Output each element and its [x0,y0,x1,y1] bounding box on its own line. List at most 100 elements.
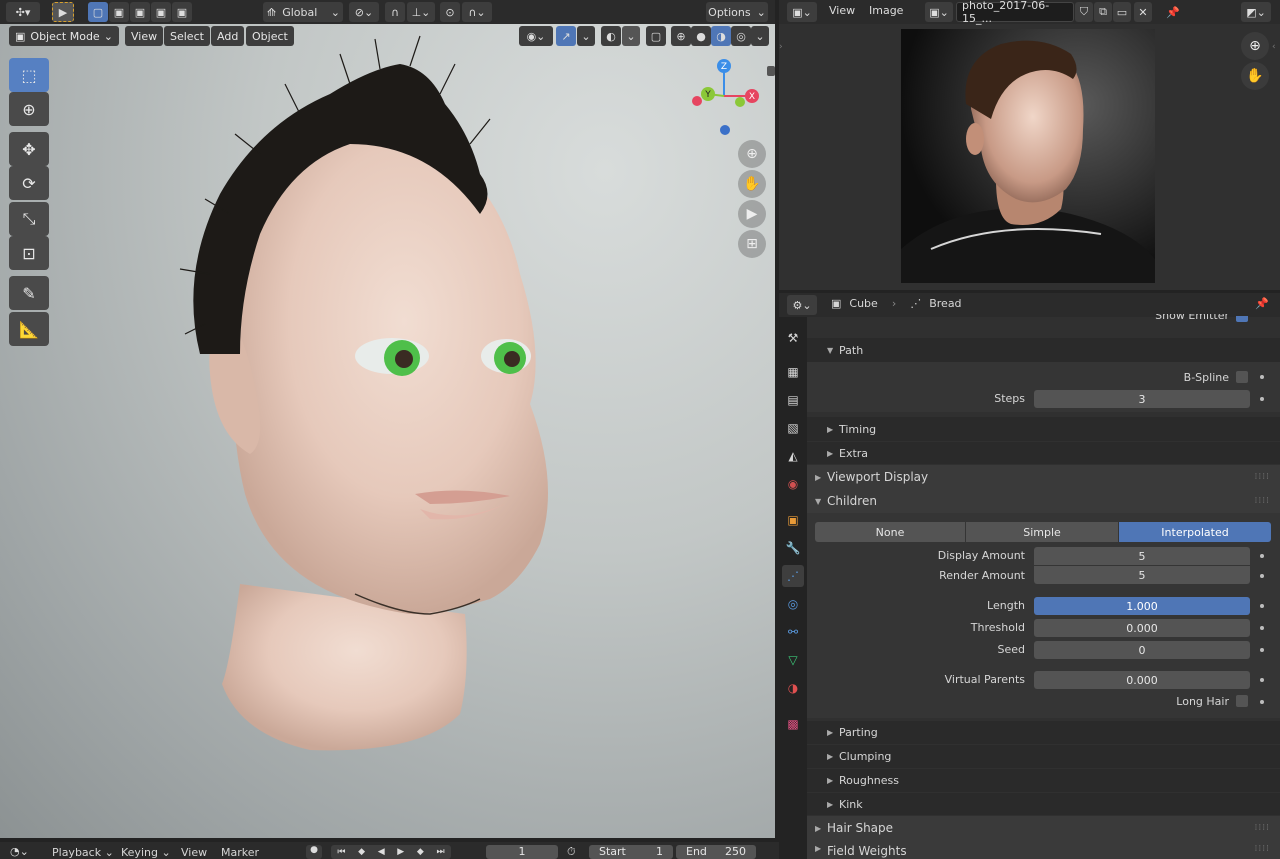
start-frame-field[interactable]: Start 1 [589,845,673,859]
viewport-display-panel-header[interactable]: ▶ Viewport Display ⁞⁞⁞⁞ [807,465,1280,489]
pan-button[interactable]: ✋ [738,170,766,198]
keyframe-dot[interactable] [1260,375,1264,379]
image-name-field[interactable]: photo_2017-06-15_... [956,0,1074,25]
keyframe-dot[interactable] [1260,626,1264,630]
extra-subpanel-header[interactable]: ▶ Extra [827,443,868,463]
tab-view-layer[interactable]: ▧ [782,417,804,439]
tab-data[interactable]: ▽ [782,649,804,671]
bspline-checkbox[interactable] [1236,371,1248,383]
open-image-button[interactable]: ▭ [1113,2,1131,22]
head-model[interactable] [0,24,775,838]
new-image-button[interactable]: ⧉ [1094,2,1112,22]
tab-particles[interactable]: ⋰ [782,565,804,587]
play-reverse-icon[interactable]: ◀ [378,847,385,857]
gizmo-neg-y-axis[interactable] [735,97,745,107]
gizmo-neg-x-axis[interactable] [692,96,702,106]
children-panel-header[interactable]: ▼ Children ⁞⁞⁞⁞ [807,489,1280,513]
camera-view-button[interactable]: ▶ [738,200,766,228]
select-intersect-button[interactable]: ▣ [172,2,192,22]
perspective-toggle[interactable]: ⊞ [738,230,766,258]
virtual-parents-field[interactable]: 0.000 [1034,671,1250,689]
tab-object[interactable]: ▣ [782,509,804,531]
tab-texture[interactable]: ▩ [782,713,804,735]
pin-button[interactable]: 📌 [1255,297,1269,310]
pin-button[interactable]: 📌 [1163,2,1183,22]
transform-orientation-dropdown[interactable]: ⟰ Global ⌄ [263,2,343,22]
path-subpanel-header[interactable]: ▼ Path [827,340,863,360]
options-dropdown[interactable]: Options ⌄ [706,2,768,22]
tab-modifiers[interactable]: 🔧 [782,537,804,559]
tab-tool[interactable]: ⚒ [782,327,804,349]
menu-image[interactable]: Image [869,4,903,17]
clumping-subpanel-header[interactable]: ▶ Clumping [827,746,891,766]
timing-subpanel-header[interactable]: ▶ Timing [827,419,876,439]
next-keyframe-icon[interactable]: ◆ [417,847,424,857]
editor-type-button[interactable]: ▣⌄ [787,2,817,22]
current-frame-field[interactable]: 1 [486,845,558,859]
select-subtract-button[interactable]: ▣ [130,2,150,22]
editor-type-button[interactable]: ✣▾ [6,2,40,22]
toolbar-toggle[interactable]: › [779,42,783,52]
menu-view[interactable]: View [181,846,207,859]
jump-end-icon[interactable]: ⏭ [436,847,444,857]
snap-toggle[interactable]: ∩ [385,2,405,22]
keyframe-dot[interactable] [1260,700,1264,704]
long-hair-checkbox[interactable] [1236,695,1248,707]
tab-output[interactable]: ▤ [782,389,804,411]
zoom-button[interactable]: ⊕ [738,140,766,168]
show-emitter-checkbox[interactable] [1236,316,1248,322]
pivot-point-dropdown[interactable]: ⊘⌄ [349,2,379,22]
steps-field[interactable]: 3 [1034,390,1250,408]
pan-button[interactable]: ✋ [1241,62,1269,90]
navigation-gizmo[interactable]: Z X Y [688,58,764,138]
select-tool-button[interactable]: ▶ [52,2,74,22]
drag-grip-icon[interactable]: ⁞⁞⁞⁞ [1255,472,1270,482]
seed-field[interactable]: 0 [1034,641,1250,659]
editor-type-button[interactable]: ◔⌄ [10,845,29,858]
length-field[interactable]: 1.000 [1034,597,1250,615]
image-browse-button[interactable]: ▣⌄ [925,2,953,22]
hair-shape-panel-header[interactable]: ▶ Hair Shape ⁞⁞⁞⁞ [807,816,1280,840]
field-weights-panel-header[interactable]: ▶ Field Weights ⁞⁞⁞⁞ [807,840,1280,859]
children-none-button[interactable]: None [815,522,965,542]
tab-scene[interactable]: ◭ [782,445,804,467]
sidebar-toggle[interactable] [767,66,775,76]
falloff-dropdown[interactable]: ∩⌄ [462,2,492,22]
roughness-subpanel-header[interactable]: ▶ Roughness [827,770,899,790]
keyframe-dot[interactable] [1260,554,1264,558]
menu-playback[interactable]: Playback ⌄ [52,846,114,859]
tab-material[interactable]: ◑ [782,677,804,699]
drag-grip-icon[interactable]: ⁞⁞⁞⁞ [1255,823,1270,833]
kink-subpanel-header[interactable]: ▶ Kink [827,794,863,814]
3d-viewport[interactable]: ▣ Object Mode ⌄ View Select Add Object ◉… [0,24,775,838]
select-extend-button[interactable]: ▣ [109,2,129,22]
select-new-button[interactable]: ▢ [88,2,108,22]
unlink-image-button[interactable]: ✕ [1134,2,1152,22]
keyframe-dot[interactable] [1260,678,1264,682]
proportional-edit-toggle[interactable]: ⊙ [440,2,460,22]
menu-keying[interactable]: Keying ⌄ [121,846,171,859]
play-icon[interactable]: ▶ [397,847,404,857]
menu-marker[interactable]: Marker [221,846,259,859]
gizmo-neg-z-axis[interactable] [720,125,730,135]
keyframe-dot[interactable] [1260,648,1264,652]
keyframe-dot[interactable] [1260,604,1264,608]
fake-user-button[interactable]: ⛉ [1075,2,1093,22]
editor-type-button[interactable]: ⚙⌄ [787,295,817,315]
keyframe-dot[interactable] [1260,397,1264,401]
children-interpolated-button[interactable]: Interpolated [1119,522,1271,542]
tab-constraints[interactable]: ⚯ [782,621,804,643]
menu-view[interactable]: View [829,4,855,17]
render-amount-field[interactable]: 5 [1034,566,1250,584]
keyframe-dot[interactable] [1260,574,1264,578]
display-mode-dropdown[interactable]: ◩⌄ [1241,2,1271,22]
select-invert-button[interactable]: ▣ [151,2,171,22]
record-button[interactable]: ● [306,845,322,859]
sidebar-toggle[interactable]: ‹ [1272,42,1276,52]
threshold-field[interactable]: 0.000 [1034,619,1250,637]
tab-physics[interactable]: ◎ [782,593,804,615]
prev-keyframe-icon[interactable]: ◆ [358,847,365,857]
end-frame-field[interactable]: End 250 [676,845,756,859]
tab-render[interactable]: ▦ [782,361,804,383]
drag-grip-icon[interactable]: ⁞⁞⁞⁞ [1255,844,1270,854]
